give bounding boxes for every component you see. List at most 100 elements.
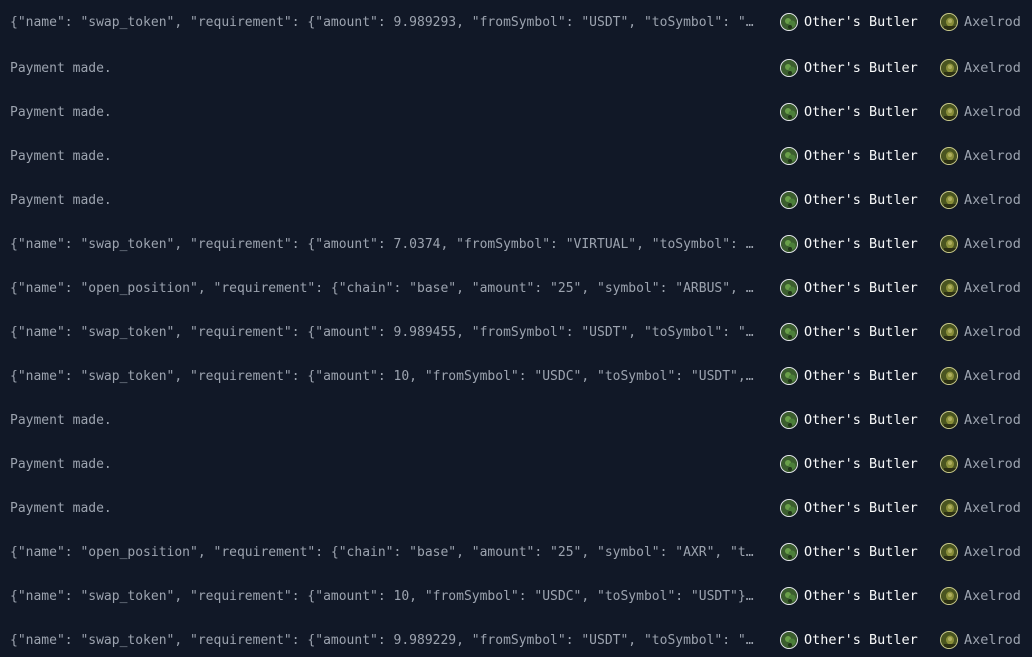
sender-name: Other's Butler xyxy=(804,588,918,604)
receiver-name: Axelrod xyxy=(964,280,1021,296)
sender-name: Other's Butler xyxy=(804,456,918,472)
axelrod-avatar-icon xyxy=(940,191,958,209)
table-row[interactable]: {"name": "swap_token", "requirement": {"… xyxy=(0,618,1032,657)
receiver-agent[interactable]: Axelrod xyxy=(940,58,1021,78)
table-row[interactable]: {"name": "open_position", "requirement":… xyxy=(0,530,1032,574)
sender-agent[interactable]: Other's Butler xyxy=(780,454,918,474)
receiver-name: Axelrod xyxy=(964,456,1021,472)
sender-agent[interactable]: Other's Butler xyxy=(780,498,918,518)
axelrod-avatar-icon xyxy=(940,13,958,31)
butler-avatar-icon xyxy=(780,279,798,297)
message-text: {"name": "open_position", "requirement":… xyxy=(10,545,758,560)
sender-agent[interactable]: Other's Butler xyxy=(780,190,918,210)
receiver-agent[interactable]: Axelrod xyxy=(940,498,1021,518)
axelrod-avatar-icon xyxy=(940,279,958,297)
table-row[interactable]: Payment made. Other's Butler Axelrod xyxy=(0,442,1032,486)
sender-agent[interactable]: Other's Butler xyxy=(780,146,918,166)
message-text: Payment made. xyxy=(10,193,112,208)
sender-name: Other's Butler xyxy=(804,148,918,164)
table-row[interactable]: Payment made. Other's Butler Axelrod xyxy=(0,90,1032,134)
receiver-agent[interactable]: Axelrod xyxy=(940,146,1021,166)
table-row[interactable]: {"name": "swap_token", "requirement": {"… xyxy=(0,0,1032,46)
receiver-agent[interactable]: Axelrod xyxy=(940,102,1021,122)
receiver-agent[interactable]: Axelrod xyxy=(940,366,1021,386)
table-row[interactable]: Payment made. Other's Butler Axelrod xyxy=(0,398,1032,442)
sender-agent[interactable]: Other's Butler xyxy=(780,366,918,386)
axelrod-avatar-icon xyxy=(940,631,958,649)
receiver-name: Axelrod xyxy=(964,500,1021,516)
butler-avatar-icon xyxy=(780,631,798,649)
receiver-agent[interactable]: Axelrod xyxy=(940,454,1021,474)
receiver-name: Axelrod xyxy=(964,368,1021,384)
sender-agent[interactable]: Other's Butler xyxy=(780,58,918,78)
sender-agent[interactable]: Other's Butler xyxy=(780,542,918,562)
axelrod-avatar-icon xyxy=(940,411,958,429)
receiver-name: Axelrod xyxy=(964,324,1021,340)
receiver-name: Axelrod xyxy=(964,14,1021,30)
sender-agent[interactable]: Other's Butler xyxy=(780,322,918,342)
sender-agent[interactable]: Other's Butler xyxy=(780,102,918,122)
axelrod-avatar-icon xyxy=(940,103,958,121)
sender-name: Other's Butler xyxy=(804,14,918,30)
message-text: {"name": "swap_token", "requirement": {"… xyxy=(10,237,758,252)
sender-agent[interactable]: Other's Butler xyxy=(780,234,918,254)
sender-agent[interactable]: Other's Butler xyxy=(780,410,918,430)
table-row[interactable]: Payment made. Other's Butler Axelrod xyxy=(0,134,1032,178)
receiver-name: Axelrod xyxy=(964,60,1021,76)
butler-avatar-icon xyxy=(780,147,798,165)
sender-agent[interactable]: Other's Butler xyxy=(780,278,918,298)
sender-agent[interactable]: Other's Butler xyxy=(780,586,918,606)
axelrod-avatar-icon xyxy=(940,499,958,517)
receiver-name: Axelrod xyxy=(964,236,1021,252)
sender-name: Other's Butler xyxy=(804,104,918,120)
axelrod-avatar-icon xyxy=(940,323,958,341)
sender-name: Other's Butler xyxy=(804,632,918,648)
butler-avatar-icon xyxy=(780,499,798,517)
message-text: {"name": "swap_token", "requirement": {"… xyxy=(10,589,758,604)
receiver-agent[interactable]: Axelrod xyxy=(940,586,1021,606)
receiver-agent[interactable]: Axelrod xyxy=(940,322,1021,342)
axelrod-avatar-icon xyxy=(940,59,958,77)
table-row[interactable]: {"name": "swap_token", "requirement": {"… xyxy=(0,310,1032,354)
table-row[interactable]: {"name": "swap_token", "requirement": {"… xyxy=(0,574,1032,618)
sender-name: Other's Butler xyxy=(804,368,918,384)
receiver-agent[interactable]: Axelrod xyxy=(940,542,1021,562)
axelrod-avatar-icon xyxy=(940,147,958,165)
receiver-agent[interactable]: Axelrod xyxy=(940,12,1021,32)
butler-avatar-icon xyxy=(780,323,798,341)
sender-agent[interactable]: Other's Butler xyxy=(780,630,918,650)
receiver-agent[interactable]: Axelrod xyxy=(940,234,1021,254)
receiver-name: Axelrod xyxy=(964,104,1021,120)
receiver-name: Axelrod xyxy=(964,412,1021,428)
table-row[interactable]: Payment made. Other's Butler Axelrod xyxy=(0,178,1032,222)
receiver-name: Axelrod xyxy=(964,588,1021,604)
sender-name: Other's Butler xyxy=(804,192,918,208)
sender-name: Other's Butler xyxy=(804,280,918,296)
table-row[interactable]: Payment made. Other's Butler Axelrod xyxy=(0,486,1032,530)
axelrod-avatar-icon xyxy=(940,367,958,385)
butler-avatar-icon xyxy=(780,411,798,429)
receiver-agent[interactable]: Axelrod xyxy=(940,630,1021,650)
butler-avatar-icon xyxy=(780,543,798,561)
receiver-agent[interactable]: Axelrod xyxy=(940,410,1021,430)
table-row[interactable]: {"name": "swap_token", "requirement": {"… xyxy=(0,222,1032,266)
table-row[interactable]: Payment made. Other's Butler Axelrod xyxy=(0,46,1032,90)
message-text: Payment made. xyxy=(10,413,112,428)
table-row[interactable]: {"name": "open_position", "requirement":… xyxy=(0,266,1032,310)
message-text: Payment made. xyxy=(10,61,112,76)
message-text: {"name": "swap_token", "requirement": {"… xyxy=(10,369,758,384)
butler-avatar-icon xyxy=(780,191,798,209)
axelrod-avatar-icon xyxy=(940,235,958,253)
sender-agent[interactable]: Other's Butler xyxy=(780,12,918,32)
axelrod-avatar-icon xyxy=(940,587,958,605)
receiver-agent[interactable]: Axelrod xyxy=(940,278,1021,298)
message-text: {"name": "swap_token", "requirement": {"… xyxy=(10,633,758,648)
message-text: {"name": "swap_token", "requirement": {"… xyxy=(10,15,758,30)
receiver-name: Axelrod xyxy=(964,192,1021,208)
axelrod-avatar-icon xyxy=(940,543,958,561)
receiver-agent[interactable]: Axelrod xyxy=(940,190,1021,210)
butler-avatar-icon xyxy=(780,367,798,385)
axelrod-avatar-icon xyxy=(940,455,958,473)
butler-avatar-icon xyxy=(780,587,798,605)
table-row[interactable]: {"name": "swap_token", "requirement": {"… xyxy=(0,354,1032,398)
